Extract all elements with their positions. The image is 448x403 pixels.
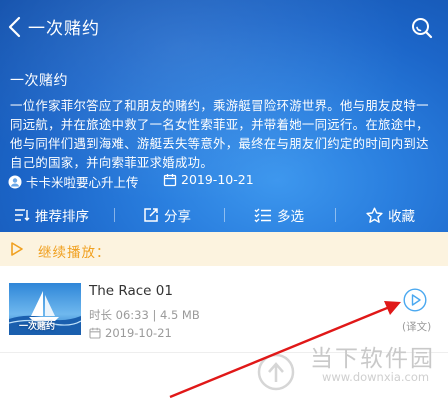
episode-item-date-text: 2019-10-21	[105, 326, 172, 340]
toolbar-divider	[335, 208, 336, 222]
upload-date: 2019-10-21	[163, 172, 254, 187]
episode-item-date: 2019-10-21	[89, 326, 172, 340]
uploader-info: 卡卡米啦要心升上传	[8, 172, 139, 191]
toolbar-divider	[114, 208, 115, 222]
episode-item-meta: 时长 06:33 | 4.5 MB	[89, 308, 200, 322]
multiselect-button[interactable]: 多选	[254, 198, 304, 232]
multiselect-label: 多选	[277, 209, 304, 225]
play-circle-icon[interactable]	[403, 288, 427, 312]
continue-playback-bar: 继续播放：	[0, 232, 448, 266]
play-triangle-icon	[11, 242, 23, 256]
checklist-icon	[254, 207, 272, 223]
toolbar-divider	[224, 208, 225, 222]
calendar-icon	[89, 327, 101, 339]
user-avatar-icon	[8, 175, 22, 189]
favorite-label: 收藏	[388, 209, 415, 225]
watermark-name: 当下软件园	[310, 346, 435, 372]
thumbnail-caption: 一次赌约	[19, 322, 56, 332]
calendar-icon	[163, 173, 177, 187]
sort-button[interactable]: 推荐排序	[14, 198, 89, 232]
continue-playback-label: 继续播放：	[38, 245, 111, 261]
sort-icon	[14, 208, 30, 222]
favorite-button[interactable]: 收藏	[366, 198, 415, 232]
share-button[interactable]: 分享	[143, 198, 191, 232]
share-label: 分享	[164, 209, 191, 225]
search-icon[interactable]	[410, 16, 434, 40]
share-icon	[143, 207, 159, 223]
episode-item-title: The Race 01	[89, 283, 173, 299]
uploader-name: 卡卡米啦要心升上传	[26, 175, 139, 190]
action-toolbar: 推荐排序 分享 多选 收藏	[0, 198, 448, 232]
episode-title: 一次赌约	[10, 73, 68, 89]
episode-description: 一位作家菲尔答应了和朋友的赌约，乘游艇冒险环游世界。他与朋友皮特一同远航，并在旅…	[10, 98, 429, 170]
upload-date-text: 2019-10-21	[181, 172, 254, 187]
star-icon	[366, 207, 383, 224]
translation-link[interactable]: (译文)	[402, 319, 431, 334]
back-icon[interactable]	[4, 14, 26, 40]
sort-label: 推荐排序	[35, 209, 89, 225]
page-title: 一次赌约	[28, 19, 100, 39]
watermark-url: www.downxia.com	[322, 370, 430, 384]
episode-thumbnail: 一次赌约	[9, 283, 81, 335]
